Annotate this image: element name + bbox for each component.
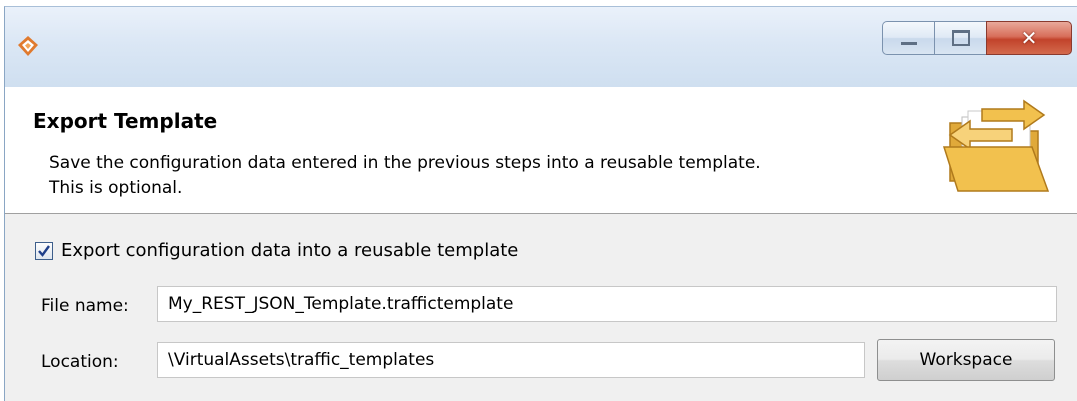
page-title: Export Template [33, 109, 218, 133]
wizard-body: Export configuration data into a reusabl… [5, 214, 1077, 401]
file-name-field[interactable]: My_REST_JSON_Template.traffictemplate [157, 286, 1057, 322]
maximize-icon [951, 30, 970, 46]
file-name-label: File name: [41, 296, 129, 316]
title-bar[interactable]: ✕ [5, 7, 1077, 87]
description-line-2: This is optional. [49, 178, 183, 198]
export-folder-icon [942, 99, 1050, 192]
close-icon: ✕ [1020, 26, 1038, 50]
app-logo-icon [18, 36, 38, 56]
workspace-button[interactable]: Workspace [877, 339, 1055, 381]
export-option-row[interactable]: Export configuration data into a reusabl… [35, 240, 518, 261]
minimize-icon [900, 41, 917, 45]
wizard-header: Export Template Save the configuration d… [5, 87, 1077, 214]
location-label: Location: [41, 352, 119, 372]
maximize-button[interactable] [934, 21, 986, 55]
page-description: Save the configuration data entered in t… [49, 151, 929, 201]
location-field[interactable]: \VirtualAssets\traffic_templates [157, 342, 865, 378]
minimize-button[interactable] [882, 21, 934, 55]
export-checkbox[interactable] [35, 241, 53, 260]
window-controls: ✕ [882, 21, 1072, 57]
description-line-1: Save the configuration data entered in t… [49, 153, 761, 173]
export-checkbox-label[interactable]: Export configuration data into a reusabl… [61, 240, 518, 261]
close-button[interactable]: ✕ [986, 21, 1072, 55]
export-template-dialog: ✕ Export Template Save the configuration… [4, 6, 1077, 401]
checkmark-icon [38, 244, 50, 257]
